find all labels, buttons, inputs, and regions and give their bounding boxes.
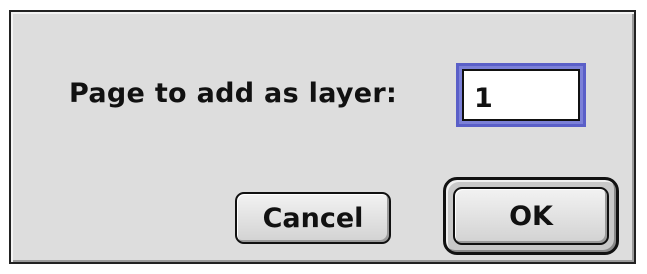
page-number-field-focus-ring: 1 xyxy=(456,63,586,127)
ok-button[interactable]: OK xyxy=(453,187,609,245)
add-layer-dialog: Page to add as layer: 1 Cancel OK xyxy=(9,10,636,264)
page-prompt-label: Page to add as layer: xyxy=(69,78,398,109)
page-number-input[interactable]: 1 xyxy=(462,69,580,121)
cancel-button[interactable]: Cancel xyxy=(235,192,391,244)
